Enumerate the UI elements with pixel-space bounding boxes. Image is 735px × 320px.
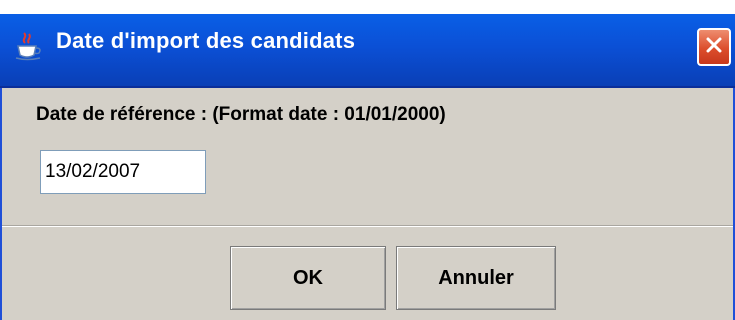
button-separator xyxy=(2,225,733,227)
java-cup-icon xyxy=(12,31,44,61)
close-icon xyxy=(704,35,724,60)
dialog-window: Date d'import des candidats Date de réfé… xyxy=(0,0,735,320)
dialog-content: Date de référence : (Format date : 01/01… xyxy=(2,88,733,228)
close-button[interactable] xyxy=(697,28,731,66)
title-bar[interactable]: Date d'import des candidats xyxy=(0,0,735,88)
reference-date-label: Date de référence : (Format date : 01/01… xyxy=(36,104,446,125)
cancel-button[interactable]: Annuler xyxy=(396,246,556,310)
window-title: Date d'import des candidats xyxy=(56,28,356,53)
ok-button[interactable]: OK xyxy=(230,246,386,310)
reference-date-input[interactable] xyxy=(40,150,206,194)
